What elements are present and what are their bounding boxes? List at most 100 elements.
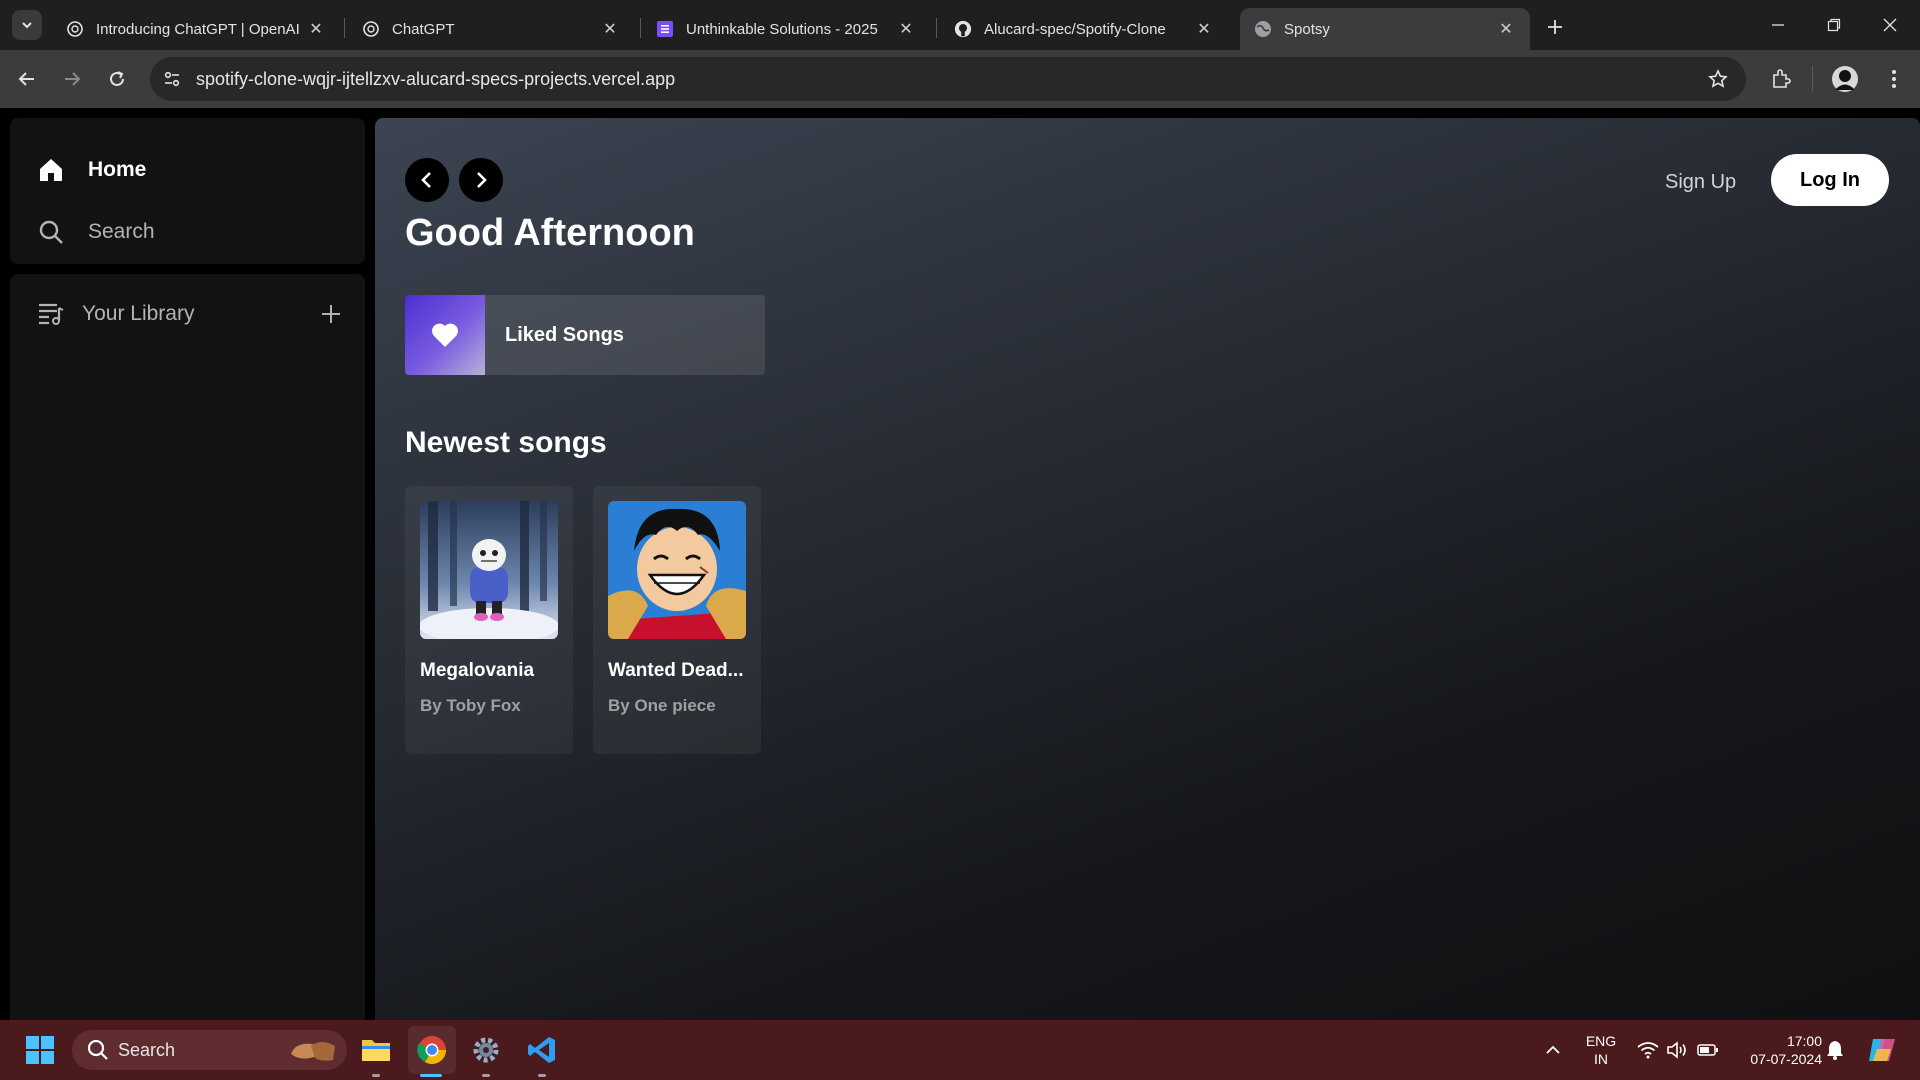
taskbar-search-box[interactable]: Search bbox=[72, 1030, 347, 1070]
search-highlight-image bbox=[291, 1042, 335, 1061]
gear-icon bbox=[473, 1037, 499, 1063]
bookmark-star-icon[interactable] bbox=[1706, 67, 1730, 91]
windows-start-button[interactable] bbox=[16, 1026, 64, 1074]
chrome-taskbar-icon[interactable] bbox=[408, 1026, 456, 1074]
extensions-icon[interactable] bbox=[1764, 62, 1798, 96]
windows-logo-icon bbox=[26, 1036, 54, 1064]
notification-bell-icon[interactable] bbox=[1823, 1038, 1847, 1062]
browser-tab[interactable]: Alucard-spec/Spotify-Clone ✕ bbox=[940, 8, 1228, 50]
tab-divider bbox=[640, 18, 641, 38]
clock-time: 17:00 bbox=[1786, 1033, 1822, 1049]
battery-icon[interactable] bbox=[1696, 1038, 1720, 1062]
taskbar-search-label: Search bbox=[118, 1039, 176, 1060]
copilot-icon[interactable] bbox=[1866, 1034, 1898, 1066]
liked-songs-card[interactable]: Liked Songs bbox=[405, 295, 765, 375]
wifi-icon[interactable] bbox=[1636, 1038, 1660, 1062]
chevron-left-icon bbox=[421, 172, 431, 188]
tab-search-dropdown-button[interactable] bbox=[12, 10, 42, 40]
globe-icon bbox=[1254, 20, 1272, 38]
sidebar-item-home[interactable]: Home bbox=[36, 152, 146, 188]
openai-icon bbox=[362, 20, 380, 38]
main-content: Sign Up Log In Good Afternoon Liked Song… bbox=[375, 118, 1920, 1080]
browser-tab-strip: Introducing ChatGPT | OpenAI ✕ ChatGPT ✕… bbox=[0, 0, 1920, 50]
arrow-right-icon bbox=[65, 72, 81, 86]
volume-icon[interactable] bbox=[1665, 1038, 1689, 1062]
log-in-button[interactable]: Log In bbox=[1771, 154, 1889, 206]
settings-taskbar-icon[interactable] bbox=[462, 1026, 510, 1074]
search-icon bbox=[78, 1039, 118, 1061]
history-back-button[interactable] bbox=[405, 158, 449, 202]
vscode-taskbar-icon[interactable] bbox=[518, 1026, 566, 1074]
forms-icon bbox=[656, 20, 674, 38]
song-card[interactable]: Megalovania By Toby Fox bbox=[405, 486, 573, 754]
song-artist: By One piece bbox=[608, 696, 716, 715]
home-icon bbox=[36, 155, 66, 185]
file-explorer-taskbar-icon[interactable] bbox=[352, 1026, 400, 1074]
profile-avatar[interactable] bbox=[1828, 62, 1862, 96]
liked-songs-art bbox=[405, 295, 485, 375]
back-button[interactable] bbox=[10, 62, 44, 96]
close-window-button[interactable] bbox=[1862, 0, 1918, 50]
sidebar-item-search[interactable]: Search bbox=[36, 214, 155, 250]
reload-button[interactable] bbox=[100, 62, 134, 96]
sign-up-button[interactable]: Sign Up bbox=[1665, 162, 1736, 202]
browser-tab[interactable]: ChatGPT ✕ bbox=[348, 8, 634, 50]
address-bar[interactable]: spotify-clone-wqjr-ijtellzxv-alucard-spe… bbox=[150, 57, 1746, 101]
sidebar-item-label: Home bbox=[88, 158, 147, 181]
minimize-button[interactable] bbox=[1750, 0, 1806, 50]
new-tab-button[interactable] bbox=[1540, 12, 1570, 42]
heart-icon bbox=[432, 323, 458, 347]
chevron-down-icon bbox=[22, 22, 32, 29]
close-icon bbox=[1883, 18, 1897, 32]
close-tab-icon[interactable]: ✕ bbox=[1496, 19, 1516, 39]
restore-icon bbox=[1827, 18, 1841, 32]
close-tab-icon[interactable]: ✕ bbox=[896, 19, 916, 39]
library-panel: Your Library bbox=[10, 274, 365, 1080]
browser-tab[interactable]: Unthinkable Solutions - 2025 ✕ bbox=[642, 8, 930, 50]
newest-songs-heading: Newest songs bbox=[405, 426, 607, 459]
song-title: Megalovania bbox=[420, 660, 535, 681]
song-artist: By Toby Fox bbox=[420, 696, 521, 715]
close-tab-icon[interactable]: ✕ bbox=[306, 19, 326, 39]
close-tab-icon[interactable]: ✕ bbox=[1194, 19, 1214, 39]
song-card[interactable]: Wanted Dead... By One piece bbox=[593, 486, 761, 754]
active-indicator bbox=[420, 1074, 442, 1077]
reload-icon bbox=[110, 71, 124, 86]
windows-taskbar: Search ENG IN 17:00 07-07-2024 bbox=[0, 1020, 1920, 1080]
chevron-up-icon bbox=[1546, 1045, 1560, 1054]
history-forward-button[interactable] bbox=[459, 158, 503, 202]
browser-menu-icon[interactable] bbox=[1877, 62, 1911, 96]
browser-tab[interactable]: Introducing ChatGPT | OpenAI ✕ bbox=[52, 8, 340, 50]
song-cover-image bbox=[608, 501, 746, 639]
show-hidden-icons-button[interactable] bbox=[1541, 1038, 1565, 1062]
github-icon bbox=[954, 20, 972, 38]
tab-title: Spotsy bbox=[1284, 20, 1330, 38]
close-tab-icon[interactable]: ✕ bbox=[600, 19, 620, 39]
search-icon bbox=[36, 217, 66, 247]
restore-button[interactable] bbox=[1806, 0, 1862, 50]
arrow-left-icon bbox=[18, 72, 34, 86]
library-icon bbox=[36, 299, 66, 329]
minimize-icon bbox=[1772, 24, 1784, 26]
plus-icon bbox=[322, 305, 340, 323]
language-indicator[interactable]: ENG IN bbox=[1578, 1032, 1624, 1068]
chevron-right-icon bbox=[477, 172, 487, 188]
tab-title: ChatGPT bbox=[392, 20, 455, 38]
clock-date: 07-07-2024 bbox=[1750, 1051, 1822, 1067]
add-playlist-button[interactable] bbox=[316, 299, 346, 329]
openai-icon bbox=[66, 20, 84, 38]
tab-title: Unthinkable Solutions - 2025 bbox=[686, 20, 878, 38]
browser-toolbar: spotify-clone-wqjr-ijtellzxv-alucard-spe… bbox=[0, 50, 1920, 108]
site-info-icon[interactable] bbox=[150, 57, 194, 101]
browser-tab-active[interactable]: Spotsy ✕ bbox=[1240, 8, 1530, 50]
greeting-heading: Good Afternoon bbox=[405, 212, 695, 254]
tab-title: Introducing ChatGPT | OpenAI bbox=[96, 20, 300, 38]
clock[interactable]: 17:00 07-07-2024 bbox=[1734, 1032, 1822, 1068]
language-code: ENG bbox=[1585, 1033, 1617, 1049]
forward-button[interactable] bbox=[55, 62, 89, 96]
your-library-header[interactable]: Your Library bbox=[36, 294, 346, 334]
sidebar-nav: Home Search bbox=[10, 118, 365, 264]
url-text: spotify-clone-wqjr-ijtellzxv-alucard-spe… bbox=[196, 68, 676, 89]
library-label: Your Library bbox=[82, 302, 195, 325]
running-indicator bbox=[372, 1074, 380, 1077]
